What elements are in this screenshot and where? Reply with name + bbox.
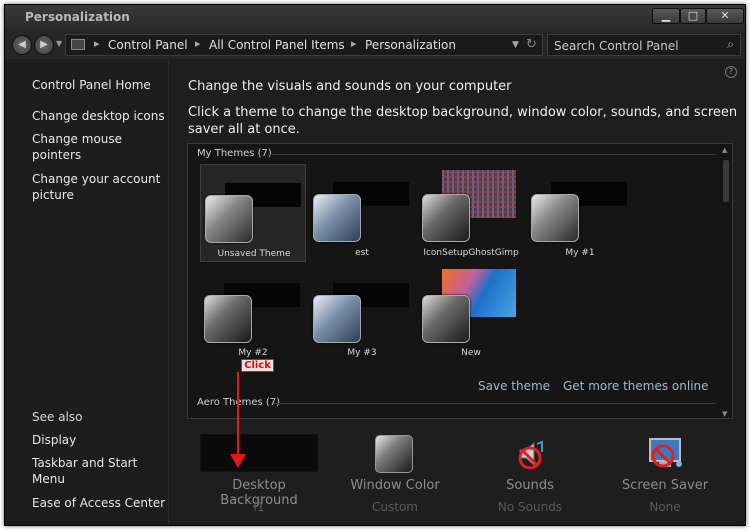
scroll-down-icon[interactable]: ▼	[722, 410, 727, 418]
sounds-link[interactable]: Sounds	[476, 478, 584, 493]
window-color-value: Custom	[372, 500, 418, 514]
sidebar-change-desktop-icons[interactable]: Change desktop icons	[32, 108, 168, 124]
screen-saver-icon[interactable]	[645, 434, 685, 474]
theme-unsaved[interactable]: Unsaved Theme	[200, 164, 306, 262]
page-description: Click a theme to change the desktop back…	[188, 105, 738, 137]
sidebar: Control Panel Home Change desktop icons …	[5, 59, 169, 525]
click-annotation-label: Click	[241, 359, 274, 372]
control-panel-icon	[71, 39, 85, 50]
theme-my-1[interactable]: My #1	[527, 164, 633, 262]
sidebar-control-panel-home[interactable]: Control Panel Home	[32, 77, 168, 93]
theme-name: est	[355, 248, 369, 258]
breadcrumb-control-panel[interactable]: Control Panel	[108, 38, 188, 52]
sounds-value: No Sounds	[497, 500, 563, 514]
sidebar-display[interactable]: Display	[32, 432, 168, 448]
sounds-icon[interactable]	[510, 434, 550, 474]
themes-scrollbar[interactable]: ▲ ▼	[721, 146, 731, 418]
group-divider	[268, 154, 716, 155]
maximize-button[interactable]: □	[680, 8, 706, 24]
search-icon[interactable]: ⌕	[727, 37, 734, 52]
window-title: Personalization	[25, 10, 130, 24]
scroll-thumb[interactable]	[723, 160, 729, 202]
desktop-background-value: l1	[253, 500, 265, 514]
group-my-themes[interactable]: My Themes (7)	[197, 148, 272, 159]
sidebar-change-mouse-pointers[interactable]: Change mouse pointers	[32, 131, 142, 163]
minimize-button[interactable]: ▁	[652, 8, 680, 24]
chevron-right-icon[interactable]: ▸	[351, 37, 357, 50]
save-theme-link[interactable]: Save theme	[478, 379, 550, 393]
get-more-themes-link[interactable]: Get more themes online	[563, 379, 709, 393]
theme-name: Unsaved Theme	[217, 249, 291, 259]
theme-name: New	[461, 348, 481, 358]
breadcrumb-personalization[interactable]: Personalization	[365, 38, 456, 52]
page-title: Change the visuals and sounds on your co…	[188, 79, 512, 94]
sidebar-ease-of-access[interactable]: Ease of Access Center	[32, 495, 168, 511]
scroll-up-icon[interactable]: ▲	[722, 146, 727, 154]
theme-name: My #1	[565, 248, 595, 258]
address-bar: ◀ ▶ ▼ ▸ Control Panel ▸ All Control Pane…	[5, 29, 745, 59]
arrow-down-icon	[230, 454, 246, 468]
theme-color-tile	[313, 194, 361, 242]
screen-saver-link[interactable]: Screen Saver	[610, 478, 720, 493]
group-divider	[274, 403, 716, 404]
theme-name: IconSetupGhostGimp	[423, 248, 519, 258]
window-color-link[interactable]: Window Color	[340, 478, 450, 493]
search-input[interactable]	[554, 38, 714, 53]
see-also-heading: See also	[32, 410, 83, 424]
theme-iconsetup[interactable]: IconSetupGhostGimp	[418, 164, 524, 262]
theme-my-2[interactable]: My #2	[200, 265, 306, 363]
theme-new[interactable]: New	[418, 265, 524, 363]
theme-name: My #3	[347, 348, 377, 358]
breadcrumb[interactable]: ▸ Control Panel ▸ All Control Panel Item…	[65, 34, 543, 56]
click-annotation-line	[237, 372, 239, 456]
help-icon[interactable]: ?	[725, 66, 737, 78]
desktop-background-thumbnail[interactable]	[200, 434, 318, 472]
address-dropdown-icon[interactable]: ▼	[512, 40, 519, 50]
chevron-right-icon[interactable]: ▸	[195, 37, 201, 50]
close-button[interactable]: ✕	[706, 8, 744, 24]
forward-button[interactable]: ▶	[34, 35, 54, 55]
theme-color-tile	[422, 295, 470, 343]
theme-color-tile	[313, 295, 361, 343]
sidebar-change-account-picture[interactable]: Change your account picture	[32, 171, 164, 203]
back-button[interactable]: ◀	[12, 35, 32, 55]
personalization-window: Personalization ▁ □ ✕ ◀ ▶ ▼ ▸ Control Pa…	[4, 4, 746, 526]
theme-color-tile	[422, 194, 470, 242]
chevron-right-icon[interactable]: ▸	[94, 37, 100, 50]
window-color-tile[interactable]	[375, 435, 413, 473]
themes-list[interactable]: My Themes (7) Unsaved Theme est IconSetu…	[187, 143, 733, 419]
screen-saver-value: None	[649, 500, 681, 514]
search-box[interactable]: ⌕	[547, 34, 741, 56]
theme-color-tile	[204, 295, 252, 343]
theme-color-tile	[205, 195, 253, 243]
refresh-icon[interactable]: ↻	[526, 37, 537, 52]
recent-pages-dropdown-icon[interactable]: ▼	[56, 39, 62, 48]
title-bar[interactable]: Personalization ▁ □ ✕	[5, 5, 745, 29]
theme-est[interactable]: est	[309, 164, 415, 262]
breadcrumb-all-items[interactable]: All Control Panel Items	[209, 38, 345, 52]
sidebar-taskbar-start-menu[interactable]: Taskbar and Start Menu	[32, 455, 142, 487]
main-content: ? Change the visuals and sounds on your …	[170, 59, 745, 525]
theme-name: My #2	[238, 348, 268, 358]
theme-my-3[interactable]: My #3	[309, 265, 415, 363]
theme-color-tile	[531, 194, 579, 242]
